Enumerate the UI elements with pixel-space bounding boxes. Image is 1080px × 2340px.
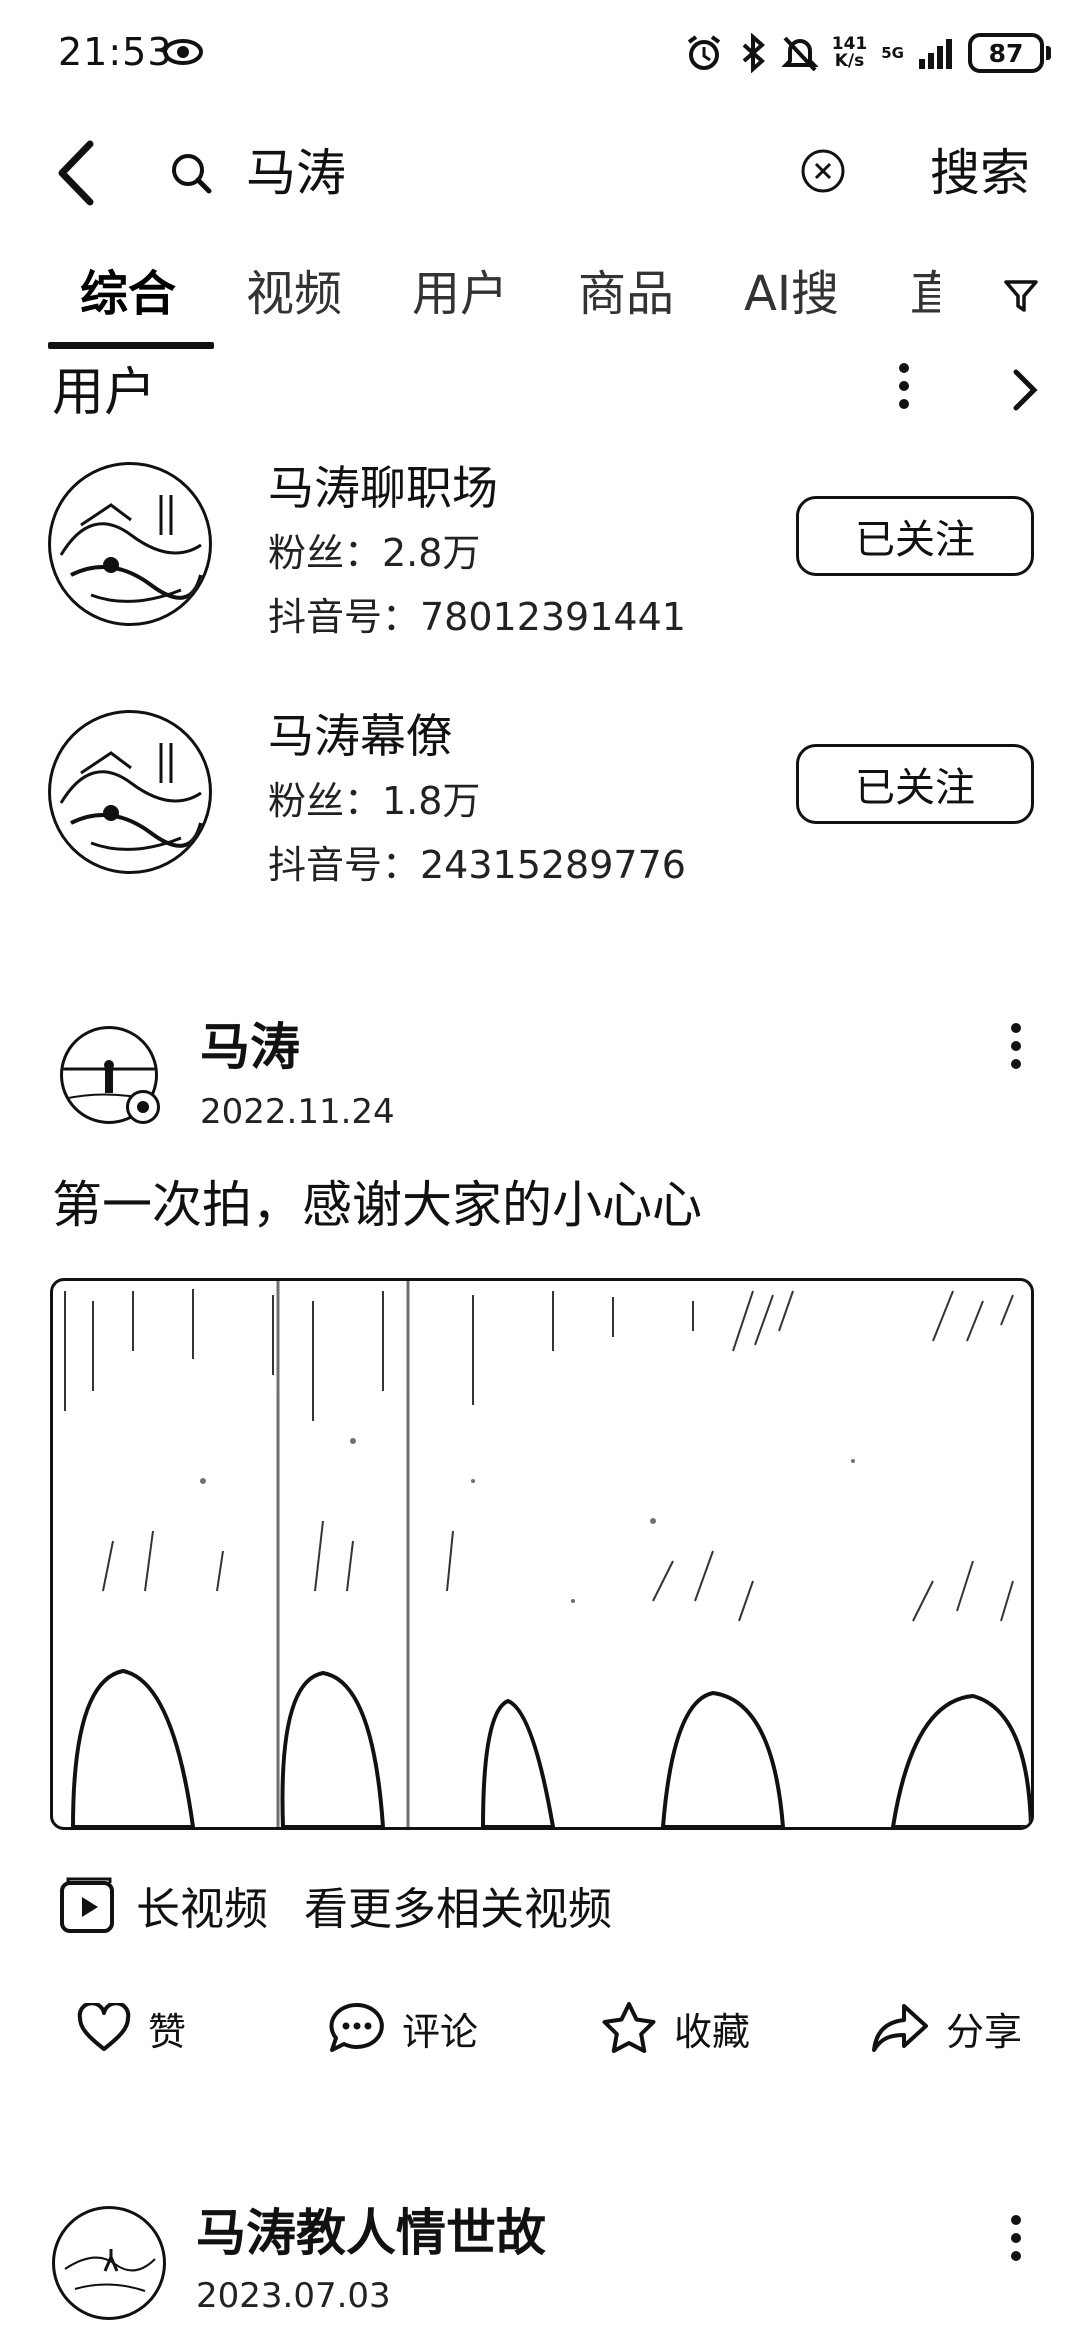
tab-comprehensive[interactable]: 综合: [80, 262, 176, 326]
battery-level: 87: [988, 38, 1024, 68]
comment-icon: [329, 2002, 384, 2052]
star-icon: [602, 2002, 656, 2053]
filter-icon[interactable]: [1002, 276, 1042, 316]
post-author-avatar[interactable]: [52, 2206, 166, 2320]
post-date: 2022.11.24: [200, 1092, 395, 1132]
favorite-button[interactable]: 收藏: [600, 1998, 750, 2058]
video-thumbnail[interactable]: [50, 1278, 1034, 1830]
tab-ai-search[interactable]: AI搜: [744, 262, 839, 326]
post-author-name[interactable]: 马涛: [200, 1014, 300, 1080]
post-author-name[interactable]: 马涛教人情世故: [196, 2200, 546, 2266]
heart-icon: [77, 2003, 131, 2051]
eye-icon: [163, 39, 203, 65]
search-button[interactable]: 搜索: [930, 138, 1030, 208]
avatar[interactable]: [48, 710, 212, 874]
avatar-image: [64, 2249, 156, 2292]
live-badge-icon: [126, 1090, 160, 1124]
more-icon[interactable]: [1008, 2212, 1024, 2264]
signal-icon: [919, 39, 952, 69]
video-scene: [64, 1281, 1031, 1827]
long-video-icon: [60, 1877, 114, 1933]
tab-products[interactable]: 商品: [578, 262, 674, 326]
like-label: 赞: [148, 2009, 187, 2054]
network-label: 5G: [881, 43, 904, 62]
status-time: 21:53: [58, 30, 173, 74]
tab-active-indicator: [48, 342, 214, 349]
post-text: 第一次拍，感谢大家的小心心: [52, 1176, 702, 1234]
search-icon: [172, 154, 212, 194]
tab-live[interactable]: 直: [910, 266, 940, 322]
share-button[interactable]: 分享: [870, 1998, 1022, 2058]
like-button[interactable]: 赞: [76, 1998, 186, 2058]
tab-live-clip[interactable]: 直: [910, 262, 940, 326]
more-icon[interactable]: [896, 360, 912, 412]
comment-label: 评论: [402, 2009, 479, 2054]
status-indicators: 141 K/s 5G 87: [684, 30, 1051, 76]
follow-button[interactable]: 已关注: [796, 496, 1034, 576]
user-douyin-id: 抖音号：24315289776: [268, 843, 686, 887]
users-section-title: 用户: [52, 363, 157, 423]
long-video-row[interactable]: 长视频 看更多相关视频: [58, 1872, 612, 1938]
long-video-link[interactable]: 看更多相关视频: [304, 1873, 612, 1937]
tab-users[interactable]: 用户: [412, 262, 508, 326]
avatar-image: [59, 495, 203, 603]
avatar[interactable]: [48, 462, 212, 626]
comment-button[interactable]: 评论: [328, 1998, 478, 2058]
alarm-icon: [687, 35, 720, 70]
clear-search-icon[interactable]: [800, 148, 846, 194]
network-type: 5G: [881, 43, 904, 62]
favorite-label: 收藏: [674, 2009, 751, 2054]
net-speed: 141 K/s: [832, 36, 868, 70]
user-fans: 粉丝：1.8万: [268, 779, 481, 823]
share-label: 分享: [946, 2009, 1023, 2054]
follow-button[interactable]: 已关注: [796, 744, 1034, 824]
net-speed-unit: K/s: [834, 51, 865, 71]
post-date: 2023.07.03: [196, 2276, 391, 2316]
tab-video[interactable]: 视频: [246, 262, 342, 326]
more-icon[interactable]: [1008, 1020, 1024, 1072]
bluetooth-icon: [742, 33, 765, 73]
user-douyin-id: 抖音号：78012391441: [268, 595, 686, 639]
share-icon: [872, 2004, 928, 2052]
back-button[interactable]: [52, 138, 102, 208]
battery-icon: 87: [968, 33, 1051, 73]
chevron-right-icon[interactable]: [1010, 364, 1040, 416]
avatar-image: [59, 743, 203, 851]
user-name[interactable]: 马涛聊职场: [268, 458, 498, 518]
user-fans: 粉丝：2.8万: [268, 531, 481, 575]
mute-icon: [781, 36, 818, 72]
user-name[interactable]: 马涛幕僚: [268, 706, 452, 766]
user-row[interactable]: [48, 710, 212, 874]
user-row[interactable]: [48, 462, 212, 626]
search-input[interactable]: [246, 138, 766, 208]
long-video-tag: 长视频: [136, 1884, 268, 1935]
